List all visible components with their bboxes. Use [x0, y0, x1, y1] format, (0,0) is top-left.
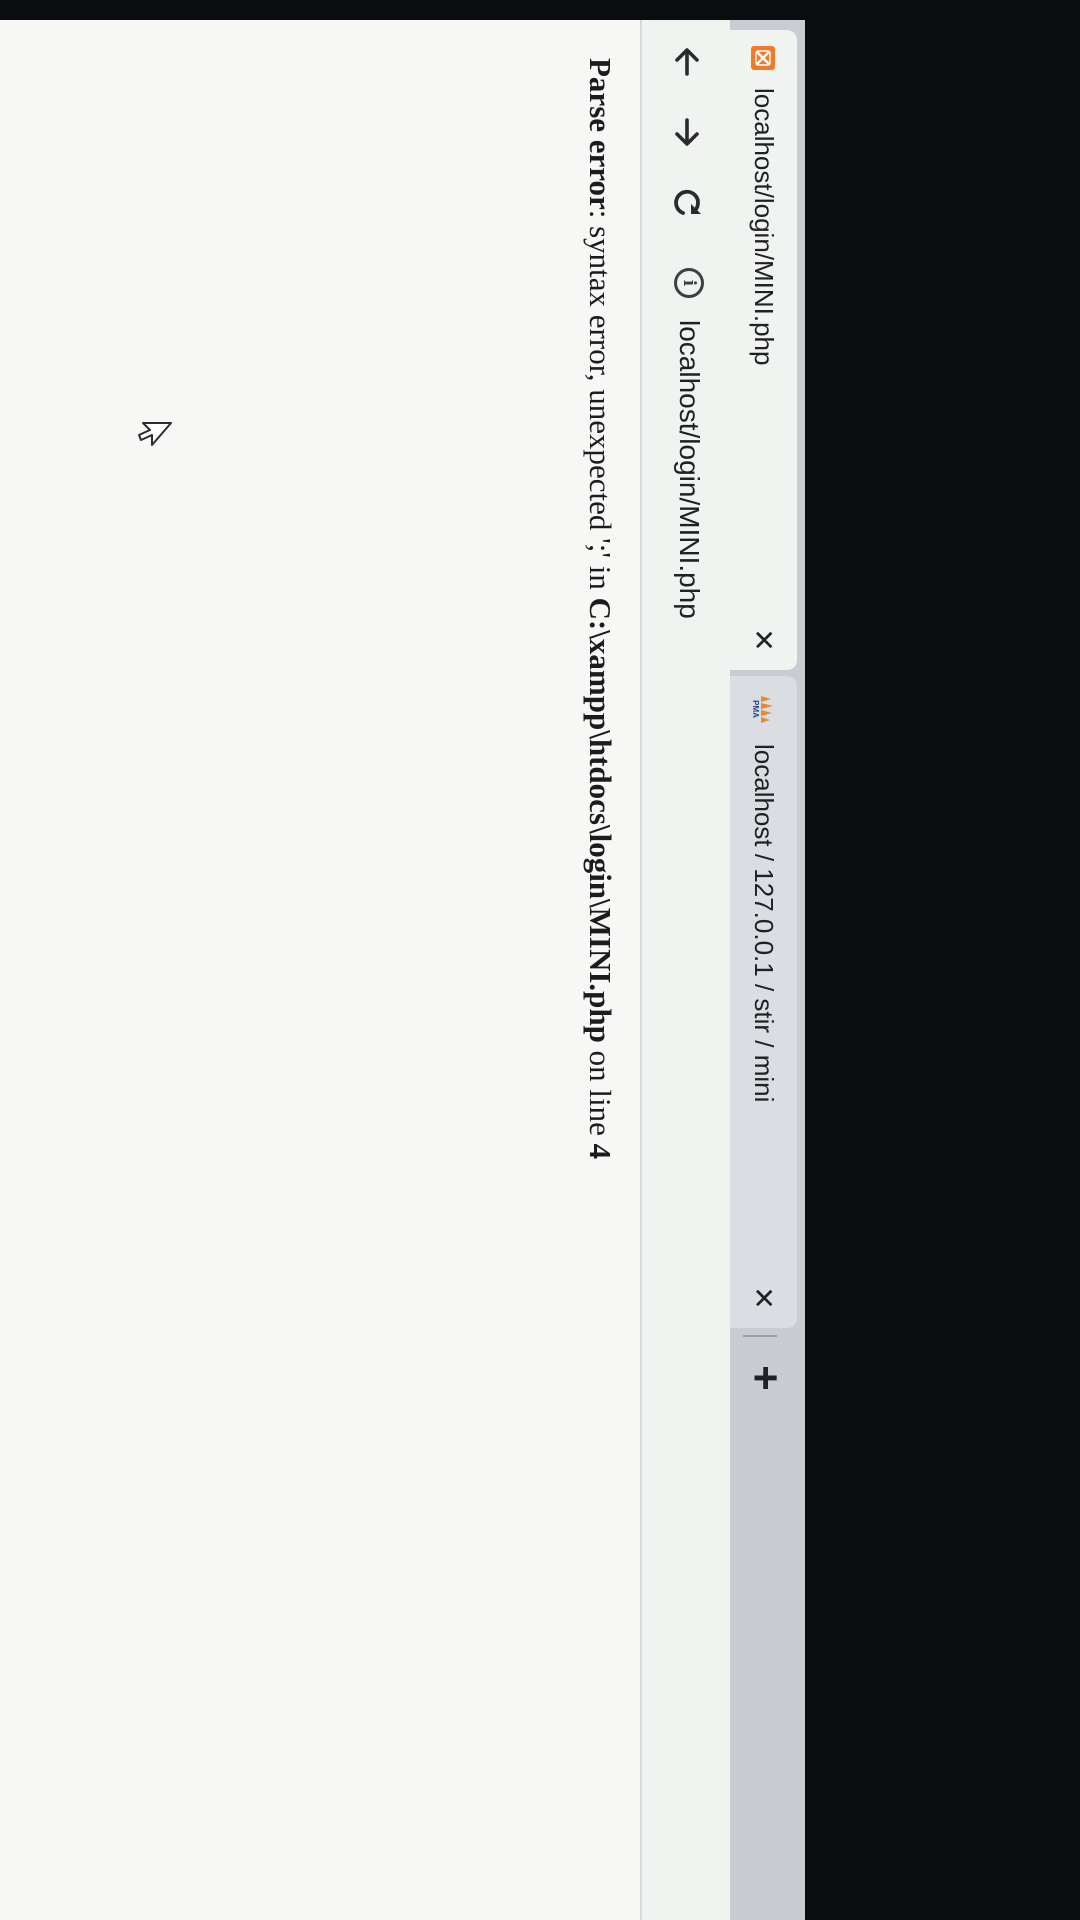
reload-button[interactable]: [659, 174, 715, 230]
info-icon[interactable]: i: [674, 268, 704, 298]
browser-window: localhost/login/MINI.php ✕ PMA localhost…: [0, 20, 805, 1920]
monitor-screen: localhost/login/MINI.php ✕ PMA localhost…: [0, 0, 1080, 1920]
error-file-path: C:\xampp\htdocs\login\MINI.php: [583, 597, 618, 1043]
error-text: : syntax error, unexpected ';' in: [583, 209, 618, 598]
error-label: Parse error: [583, 58, 618, 210]
mouse-cursor-icon: [138, 422, 172, 446]
reload-icon: [674, 189, 701, 215]
close-tab-icon[interactable]: ✕: [747, 1282, 780, 1314]
page-content: Parse error: syntax error, unexpected ';…: [0, 20, 640, 1920]
forward-button[interactable]: [659, 104, 715, 160]
tab-title: localhost / 127.0.0.1 / stir / mini: [749, 744, 779, 1103]
phpmyadmin-icon: PMA: [752, 692, 776, 726]
xampp-icon: [751, 46, 776, 70]
pma-text: PMA: [752, 700, 761, 718]
tab-phpmyadmin[interactable]: PMA localhost / 127.0.0.1 / stir / mini …: [730, 676, 797, 1328]
tab-strip: localhost/login/MINI.php ✕ PMA localhost…: [730, 20, 805, 1920]
error-line-number: 4: [583, 1143, 618, 1160]
tab-divider: [743, 1335, 777, 1337]
browser-toolbar: i localhost/login/MINI.php: [640, 20, 730, 1920]
tab-mini-php[interactable]: localhost/login/MINI.php ✕: [730, 30, 797, 670]
error-on-line-text: on line: [583, 1042, 618, 1144]
back-button[interactable]: [659, 34, 715, 90]
tab-title: localhost/login/MINI.php: [749, 88, 779, 366]
address-bar[interactable]: i localhost/login/MINI.php: [658, 248, 720, 1918]
arrow-left-icon: [675, 48, 699, 76]
close-tab-icon[interactable]: ✕: [747, 624, 780, 656]
arrow-right-icon: [675, 118, 699, 146]
new-tab-button[interactable]: +: [737, 1350, 793, 1406]
php-error-message: Parse error: syntax error, unexpected ';…: [582, 58, 618, 1159]
url-text[interactable]: localhost/login/MINI.php: [673, 320, 705, 619]
